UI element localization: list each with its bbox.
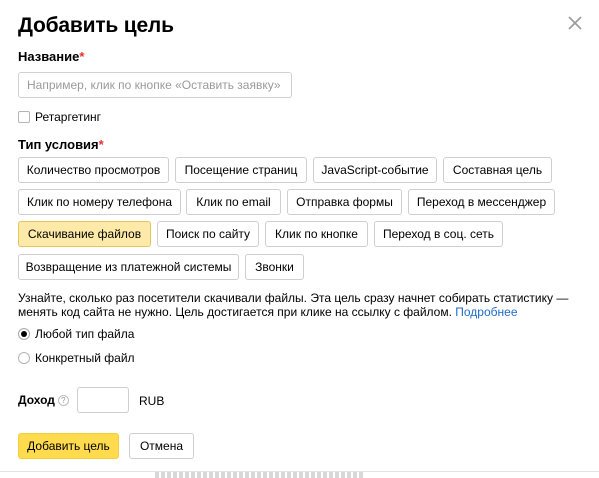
question-icon[interactable]: ? xyxy=(57,394,69,406)
add-goal-dialog: Добавить цель Название* Ретаргетинг Тип … xyxy=(0,0,599,478)
goal-name-input[interactable] xyxy=(18,72,292,98)
type-phone-click[interactable]: Клик по номеру телефона xyxy=(18,189,181,215)
type-calls[interactable]: Звонки xyxy=(245,254,304,280)
retargeting-checkbox-row[interactable]: Ретаргетинг xyxy=(18,110,101,124)
type-button-click[interactable]: Клик по кнопке xyxy=(265,221,368,247)
type-social-transition[interactable]: Переход в соц. сеть xyxy=(374,221,503,247)
currency-label: RUB xyxy=(139,394,165,408)
radio-specific-file[interactable]: Конкретный файл xyxy=(18,351,135,365)
condition-type-label: Тип условия* xyxy=(18,137,104,152)
more-info-link[interactable]: Подробнее xyxy=(455,305,517,319)
retargeting-checkbox[interactable] xyxy=(18,111,30,123)
type-form-submit[interactable]: Отправка формы xyxy=(287,189,402,215)
background-text-fragment xyxy=(155,472,365,478)
add-goal-button[interactable]: Добавить цель xyxy=(18,433,119,459)
radio-any-file-control[interactable] xyxy=(18,328,30,340)
type-file-download[interactable]: Скачивание файлов xyxy=(18,221,151,247)
cancel-button[interactable]: Отмена xyxy=(129,433,194,459)
type-page-visit[interactable]: Посещение страниц xyxy=(175,157,307,183)
type-composite-goal[interactable]: Составная цель xyxy=(443,157,552,183)
radio-specific-file-control[interactable] xyxy=(18,352,30,364)
type-page-views[interactable]: Количество просмотров xyxy=(18,157,169,183)
close-icon[interactable] xyxy=(566,14,584,32)
type-payment-return[interactable]: Возвращение из платежной системы xyxy=(18,254,239,280)
radio-any-file-label: Любой тип файла xyxy=(35,327,135,341)
radio-specific-file-label: Конкретный файл xyxy=(35,351,135,365)
type-javascript-event[interactable]: JavaScript-событие xyxy=(313,157,437,183)
type-messenger-transition[interactable]: Переход в мессенджер xyxy=(408,189,555,215)
retargeting-label: Ретаргетинг xyxy=(35,110,102,124)
goal-hint: Узнайте, сколько раз посетители скачивал… xyxy=(18,291,586,319)
radio-any-file[interactable]: Любой тип файла xyxy=(18,327,134,341)
income-label: Доход ? xyxy=(18,393,69,407)
income-input[interactable] xyxy=(77,387,129,413)
dialog-title: Добавить цель xyxy=(18,14,174,37)
type-email-click[interactable]: Клик по email xyxy=(186,189,281,215)
name-label: Название* xyxy=(18,49,85,64)
type-site-search[interactable]: Поиск по сайту xyxy=(157,221,259,247)
